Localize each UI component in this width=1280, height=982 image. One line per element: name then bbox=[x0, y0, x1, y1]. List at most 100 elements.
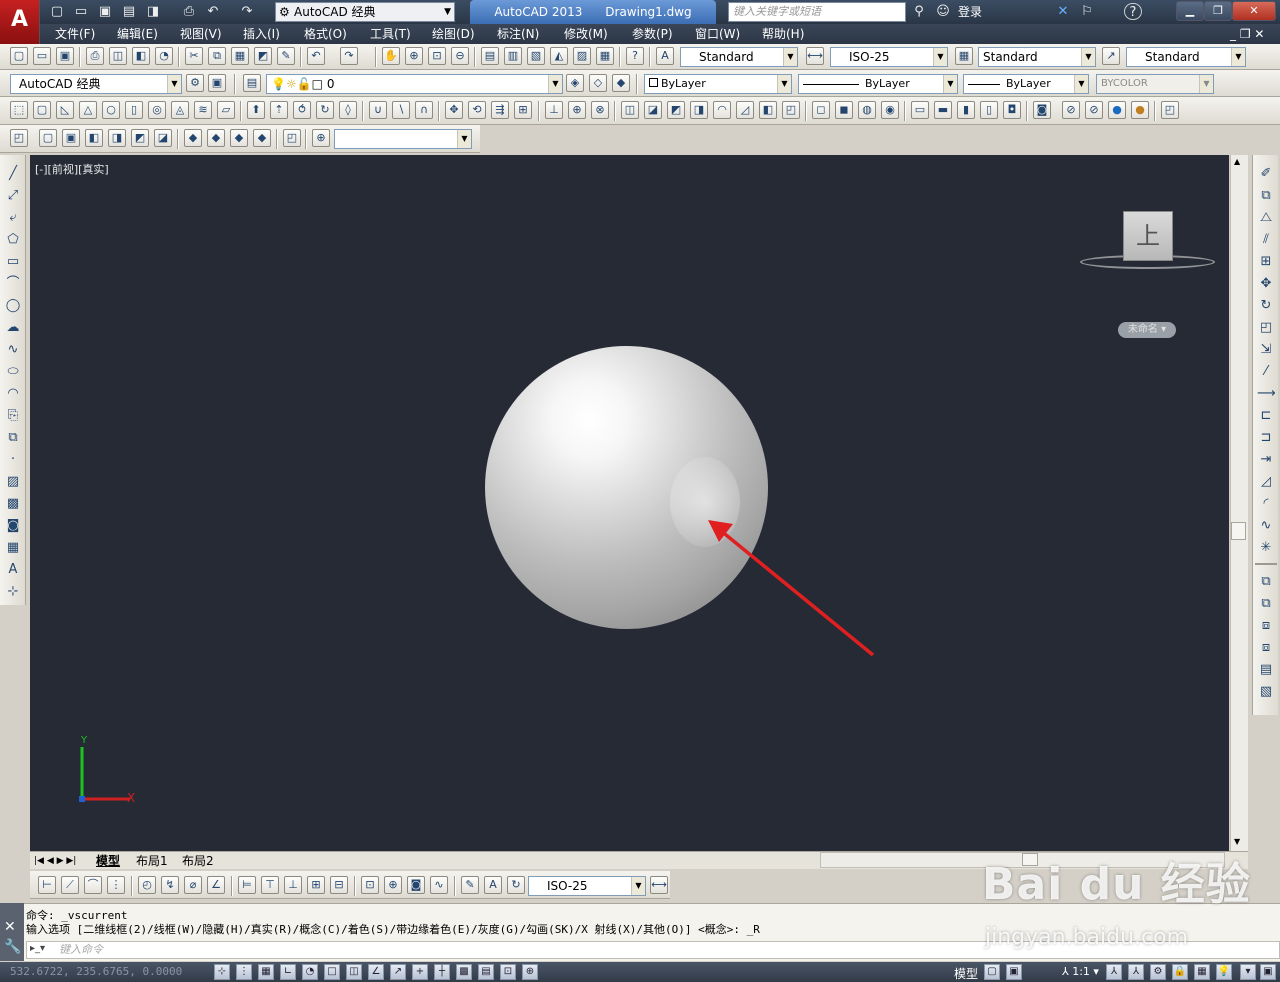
menu-window[interactable]: 窗口(W) bbox=[695, 26, 740, 42]
am-icon[interactable]: ⊕ bbox=[522, 964, 538, 980]
planar-surface-icon[interactable]: ▱ bbox=[217, 101, 235, 119]
dim-space-icon[interactable]: ⊞ bbox=[307, 876, 325, 894]
calculator-icon[interactable]: ▦ bbox=[596, 47, 614, 65]
union-icon[interactable]: ∪ bbox=[369, 101, 387, 119]
preview-icon[interactable]: ◫ bbox=[109, 47, 127, 65]
visual-style-hidden-icon[interactable]: ◼ bbox=[835, 101, 853, 119]
baseline-dim-icon[interactable]: ⊤ bbox=[261, 876, 279, 894]
3d-array-icon[interactable]: ⊞ bbox=[514, 101, 532, 119]
break-icon[interactable]: ⊐ bbox=[1257, 429, 1275, 447]
layer-dropdown[interactable]: 💡☼🔓□ 0 ▼ bbox=[266, 74, 563, 94]
text-style-icon[interactable]: A bbox=[656, 47, 674, 65]
open-icon[interactable]: ▭ bbox=[33, 47, 51, 65]
region-icon[interactable]: ◙ bbox=[4, 517, 22, 535]
arc-icon[interactable]: ⌒ bbox=[4, 275, 22, 293]
sw-iso-icon[interactable]: ◆ bbox=[184, 129, 202, 147]
explode-icon[interactable]: ✳ bbox=[1257, 539, 1275, 557]
status-menu-icon[interactable]: ▾ bbox=[1240, 964, 1256, 980]
visual-style-conceptual-icon[interactable]: ◉ bbox=[881, 101, 899, 119]
stretch-icon[interactable]: ⇲ bbox=[1257, 341, 1275, 359]
visual-style-realistic-icon[interactable]: ◍ bbox=[858, 101, 876, 119]
tolerance-icon[interactable]: ⊡ bbox=[361, 876, 379, 894]
sheet-set-icon[interactable]: ◭ bbox=[550, 47, 568, 65]
cylinder-icon[interactable]: ▯ bbox=[125, 101, 143, 119]
move-icon[interactable]: ✥ bbox=[1257, 275, 1275, 293]
view-front-icon[interactable]: ◩ bbox=[131, 129, 149, 147]
workspace-settings-icon[interactable]: ⚙ bbox=[186, 74, 204, 92]
rotate-icon[interactable]: ↻ bbox=[1257, 297, 1275, 315]
sc-icon[interactable]: ⊡ bbox=[500, 964, 516, 980]
ucs-icon[interactable]: ⊥ bbox=[545, 101, 563, 119]
isolate-objects-icon[interactable]: 💡 bbox=[1216, 964, 1232, 980]
snap-icon[interactable]: ⋮ bbox=[236, 964, 252, 980]
3d-osnap-icon[interactable]: ◫ bbox=[346, 964, 362, 980]
fillet-icon[interactable]: ◜ bbox=[1257, 495, 1275, 513]
zoom-icon[interactable]: ⊕ bbox=[312, 129, 330, 147]
sphere-icon[interactable]: ○ bbox=[102, 101, 120, 119]
ordinate-dim-icon[interactable]: ⋮ bbox=[107, 876, 125, 894]
revcloud-icon[interactable]: ☁ bbox=[4, 319, 22, 337]
make-block-icon[interactable]: ⧉ bbox=[4, 429, 22, 447]
gradient-icon[interactable]: ▩ bbox=[4, 495, 22, 513]
polyline-icon[interactable]: ⤶ bbox=[4, 209, 22, 227]
zoom-realtime-icon[interactable]: ⊕ bbox=[405, 47, 423, 65]
separate-icon[interactable]: ◧ bbox=[759, 101, 777, 119]
app-logo[interactable]: A bbox=[0, 0, 40, 44]
save-icon[interactable]: ▣ bbox=[56, 47, 74, 65]
new-icon[interactable]: ▢ bbox=[48, 3, 66, 20]
3d-rotate-icon[interactable]: ⟲ bbox=[468, 101, 486, 119]
quick-view-drawings-icon[interactable]: ▣ bbox=[1006, 964, 1022, 980]
erase-icon[interactable]: ✐ bbox=[1257, 165, 1275, 183]
drawing-canvas[interactable]: [-][前视][真实] 上 未命名 ▾ Y X bbox=[30, 155, 1229, 851]
lights-icon[interactable]: ⊘ bbox=[1085, 101, 1103, 119]
extrude-icon[interactable]: ⬆ bbox=[247, 101, 265, 119]
view-top-icon[interactable]: ▢ bbox=[39, 129, 57, 147]
fillet-edge-icon[interactable]: ◠ bbox=[713, 101, 731, 119]
annotation-visibility-icon[interactable]: ⅄ bbox=[1106, 964, 1122, 980]
text-style-dropdown[interactable]: Standard ▼ bbox=[680, 47, 798, 67]
plotstyle-dropdown[interactable]: BYCOLOR ▼ bbox=[1096, 74, 1214, 94]
named-view-button[interactable]: 未命名 ▾ bbox=[1118, 322, 1176, 338]
workspace-save-icon[interactable]: ▣ bbox=[208, 74, 226, 92]
loft-icon[interactable]: ◊ bbox=[339, 101, 357, 119]
tab-nav-icons[interactable]: |◀ ◀ ▶ ▶| bbox=[34, 853, 76, 869]
toolbar-lock-icon[interactable]: 🔒 bbox=[1172, 964, 1188, 980]
polysolid-icon[interactable]: ⬚ bbox=[10, 101, 28, 119]
menu-draw[interactable]: 绘图(D) bbox=[432, 26, 475, 42]
menu-modify[interactable]: 修改(M) bbox=[564, 26, 608, 42]
aligned-dim-icon[interactable]: ⟋ bbox=[61, 876, 79, 894]
menu-format[interactable]: 格式(O) bbox=[304, 26, 347, 42]
view-front-icon[interactable]: ◘ bbox=[1003, 101, 1021, 119]
point-icon[interactable]: · bbox=[4, 451, 22, 469]
tool-palettes-icon[interactable]: ▧ bbox=[527, 47, 545, 65]
lwt-icon[interactable]: ┼ bbox=[434, 964, 450, 980]
join-icon[interactable]: ⇥ bbox=[1257, 451, 1275, 469]
layer-properties-icon[interactable]: ▤ bbox=[243, 74, 261, 92]
multiline-text-icon[interactable]: A bbox=[4, 561, 22, 579]
multileader-style-icon[interactable]: ↗ bbox=[1102, 47, 1120, 65]
dim-edit-icon[interactable]: ✎ bbox=[461, 876, 479, 894]
copy-icon[interactable]: ⧉ bbox=[208, 47, 226, 65]
infer-constraints-icon[interactable]: ⊹ bbox=[214, 964, 230, 980]
match-properties-icon[interactable]: ◩ bbox=[254, 47, 272, 65]
publish-icon[interactable]: ◧ bbox=[132, 47, 150, 65]
undo-icon[interactable]: ↶ bbox=[204, 3, 222, 20]
blend-icon[interactable]: ∿ bbox=[1257, 517, 1275, 535]
view-right-icon[interactable]: ◨ bbox=[108, 129, 126, 147]
ellipse-icon[interactable]: ⬭ bbox=[4, 363, 22, 381]
mirror-icon[interactable]: ⧍ bbox=[1257, 209, 1275, 227]
make-current-layer-icon[interactable]: ◈ bbox=[566, 74, 584, 92]
trim-icon[interactable]: ⁄ bbox=[1257, 363, 1275, 381]
materials-icon[interactable]: ⊘ bbox=[1062, 101, 1080, 119]
diameter-dim-icon[interactable]: ⌀ bbox=[184, 876, 202, 894]
dyn-icon[interactable]: + bbox=[412, 964, 428, 980]
color-dropdown[interactable]: ByLayer ▼ bbox=[644, 74, 792, 94]
chamfer-icon[interactable]: ◿ bbox=[1257, 473, 1275, 491]
print-icon[interactable]: ⎙ bbox=[86, 47, 104, 65]
view-bottom-icon[interactable]: ▣ bbox=[62, 129, 80, 147]
pyramid-icon[interactable]: ◬ bbox=[171, 101, 189, 119]
3d-move-icon[interactable]: ✥ bbox=[445, 101, 463, 119]
properties-icon[interactable]: ▤ bbox=[481, 47, 499, 65]
torus-icon[interactable]: ◎ bbox=[148, 101, 166, 119]
polygon-icon[interactable]: ⬠ bbox=[4, 231, 22, 249]
